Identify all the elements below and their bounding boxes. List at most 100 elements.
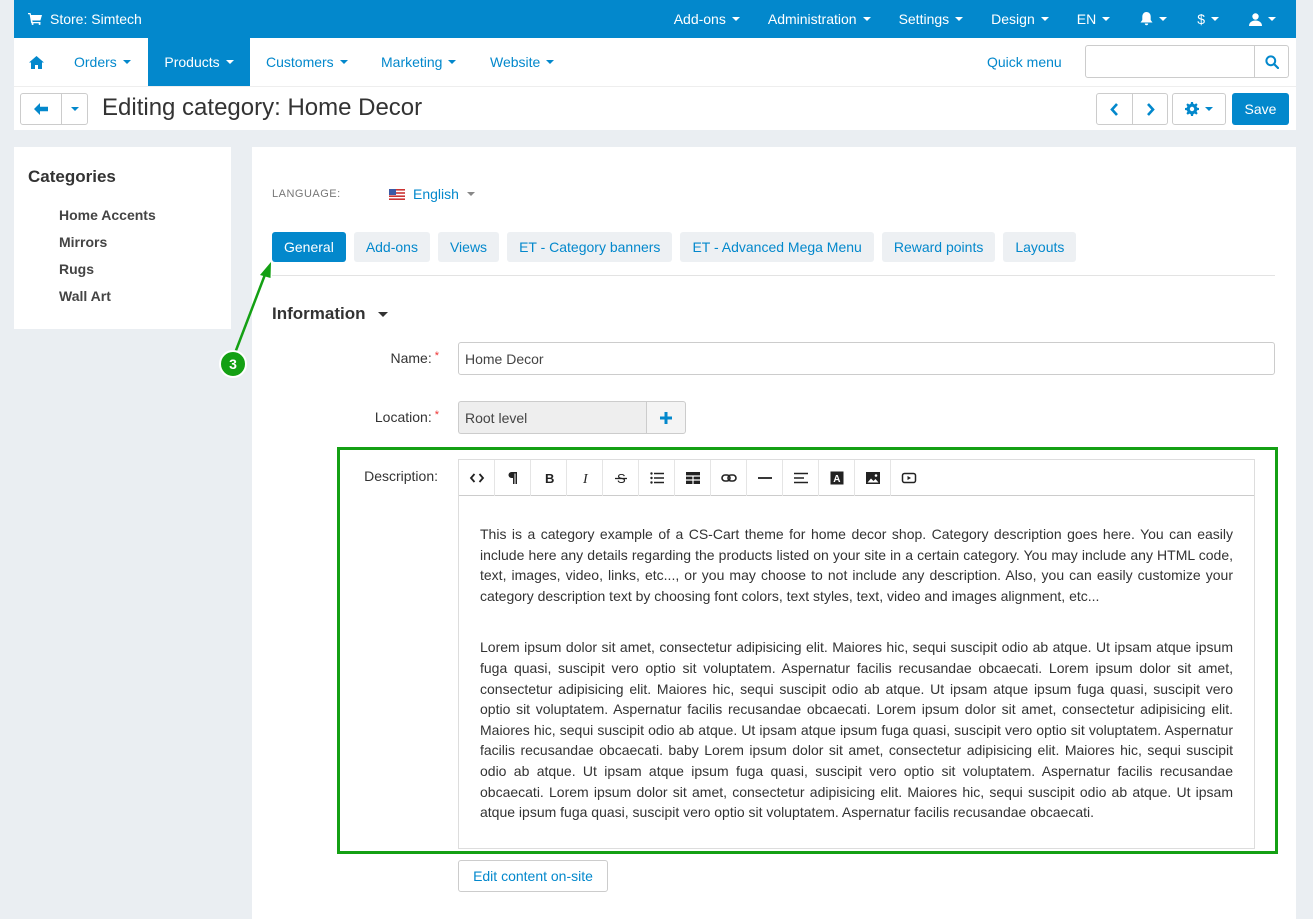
- chevron-down-icon: [731, 17, 740, 21]
- annotation-arrow-icon: [233, 262, 271, 354]
- chevron-down-icon: [339, 60, 348, 64]
- language-selector[interactable]: English: [389, 186, 475, 202]
- nav-products[interactable]: Products: [148, 38, 250, 86]
- menu-language[interactable]: EN: [1063, 0, 1124, 38]
- step-badge: 3: [219, 350, 247, 378]
- store-label: Store: Simtech: [50, 11, 142, 27]
- chevron-down-icon: [955, 17, 964, 21]
- information-section-toggle[interactable]: Information: [272, 304, 388, 324]
- chevron-down-icon: [1159, 17, 1168, 21]
- menu-user[interactable]: [1233, 0, 1296, 38]
- chevron-down-icon: [1040, 17, 1049, 21]
- section-title: Information: [272, 304, 366, 323]
- menu-design-label: Design: [991, 11, 1035, 27]
- nav-orders-label: Orders: [74, 54, 117, 70]
- menu-currency[interactable]: $: [1183, 0, 1233, 38]
- menu-addons-label: Add-ons: [673, 11, 726, 27]
- required-marker: *: [434, 409, 439, 421]
- location-label-text: Location:: [374, 409, 432, 425]
- chevron-down-icon: [862, 17, 871, 21]
- chevron-down-icon: [546, 60, 555, 64]
- back-button[interactable]: [21, 94, 61, 124]
- language-value: English: [413, 186, 459, 202]
- store-switcher[interactable]: Store: Simtech: [28, 11, 142, 27]
- tab-advanced-mega-menu[interactable]: ET - Advanced Mega Menu: [680, 232, 874, 262]
- location-field[interactable]: Root level: [458, 401, 646, 434]
- quick-search: [1085, 45, 1289, 78]
- top-menu: Add-ons Administration Settings Design E…: [660, 0, 1296, 38]
- arrow-left-icon: [34, 103, 48, 115]
- sidebar-item-wall-art[interactable]: Wall Art: [59, 288, 111, 304]
- edit-content-onsite-button[interactable]: Edit content on-site: [458, 860, 608, 892]
- tab-views[interactable]: Views: [437, 232, 500, 262]
- chevron-down-icon: [1205, 107, 1213, 111]
- next-button[interactable]: [1132, 94, 1167, 124]
- chevron-down-icon: [70, 107, 79, 111]
- nav-marketing[interactable]: Marketing: [381, 38, 457, 86]
- menu-settings[interactable]: Settings: [885, 0, 978, 38]
- tab-layouts[interactable]: Layouts: [1003, 232, 1077, 262]
- nav-website-label: Website: [490, 54, 541, 70]
- chevron-down-icon: [448, 60, 457, 64]
- chevron-down-icon: [225, 60, 234, 64]
- categories-sidebar: Categories Home Accents Mirrors Rugs Wal…: [14, 147, 231, 329]
- tab-general[interactable]: General: [272, 232, 346, 262]
- currency-label: $: [1197, 11, 1205, 27]
- divider: [272, 275, 1275, 276]
- language-label: LANGUAGE:: [272, 188, 341, 200]
- us-flag-icon: [389, 188, 405, 200]
- settings-button[interactable]: [1173, 94, 1225, 124]
- nav-home[interactable]: [14, 38, 58, 86]
- search-button[interactable]: [1254, 46, 1288, 77]
- settings-dropdown[interactable]: [1172, 93, 1226, 125]
- prev-next-group: [1096, 93, 1168, 125]
- menu-administration-label: Administration: [767, 11, 857, 27]
- add-location-button[interactable]: [646, 401, 686, 434]
- search-input[interactable]: [1086, 46, 1254, 77]
- page-title: Editing category: Home Decor: [102, 94, 423, 121]
- menu-design[interactable]: Design: [977, 0, 1063, 38]
- chevron-right-icon: [1146, 102, 1155, 116]
- chevron-down-icon: [466, 192, 475, 196]
- chevron-down-icon: [1268, 17, 1276, 21]
- user-icon: [1249, 12, 1262, 26]
- nav-orders[interactable]: Orders: [74, 38, 131, 86]
- back-dropdown-button[interactable]: [61, 94, 87, 124]
- menu-language-label: EN: [1076, 11, 1097, 27]
- title-bar: Editing category: Home Decor Save: [14, 86, 1296, 130]
- sidebar-item-rugs[interactable]: Rugs: [59, 261, 94, 277]
- gear-icon: [1185, 102, 1199, 116]
- tab-reward-points[interactable]: Reward points: [881, 232, 996, 262]
- quick-menu-link[interactable]: Quick menu: [987, 38, 1062, 86]
- nav-marketing-label: Marketing: [381, 54, 443, 70]
- nav-customers-label: Customers: [266, 54, 334, 70]
- cart-icon: [28, 13, 42, 25]
- plus-icon: [660, 411, 672, 424]
- back-button-group: [20, 93, 88, 125]
- highlight-box: [337, 447, 1278, 854]
- bell-icon: [1140, 12, 1153, 26]
- save-button[interactable]: Save: [1232, 93, 1289, 125]
- top-bar: Store: Simtech Add-ons Administration Se…: [14, 0, 1296, 38]
- menu-addons[interactable]: Add-ons: [660, 0, 754, 38]
- sidebar-item-home-accents[interactable]: Home Accents: [59, 207, 156, 223]
- chevron-left-icon: [1110, 102, 1118, 116]
- name-label-text: Name:: [390, 350, 432, 366]
- name-label: Name: *: [352, 350, 439, 366]
- nav-customers[interactable]: Customers: [266, 38, 348, 86]
- previous-button[interactable]: [1097, 94, 1132, 124]
- required-marker: *: [434, 350, 439, 362]
- menu-notifications[interactable]: [1124, 0, 1183, 38]
- chevron-down-icon: [122, 60, 131, 64]
- tab-category-banners[interactable]: ET - Category banners: [507, 232, 673, 262]
- name-input[interactable]: Home Decor: [458, 342, 1275, 375]
- home-icon: [28, 55, 44, 69]
- tab-addons[interactable]: Add-ons: [353, 232, 430, 262]
- sidebar-title: Categories: [28, 167, 116, 186]
- menu-administration[interactable]: Administration: [754, 0, 885, 38]
- sidebar-item-mirrors[interactable]: Mirrors: [59, 234, 107, 250]
- chevron-down-icon: [1211, 17, 1219, 21]
- nav-products-label: Products: [164, 54, 220, 70]
- nav-website[interactable]: Website: [490, 38, 555, 86]
- search-icon: [1264, 54, 1279, 69]
